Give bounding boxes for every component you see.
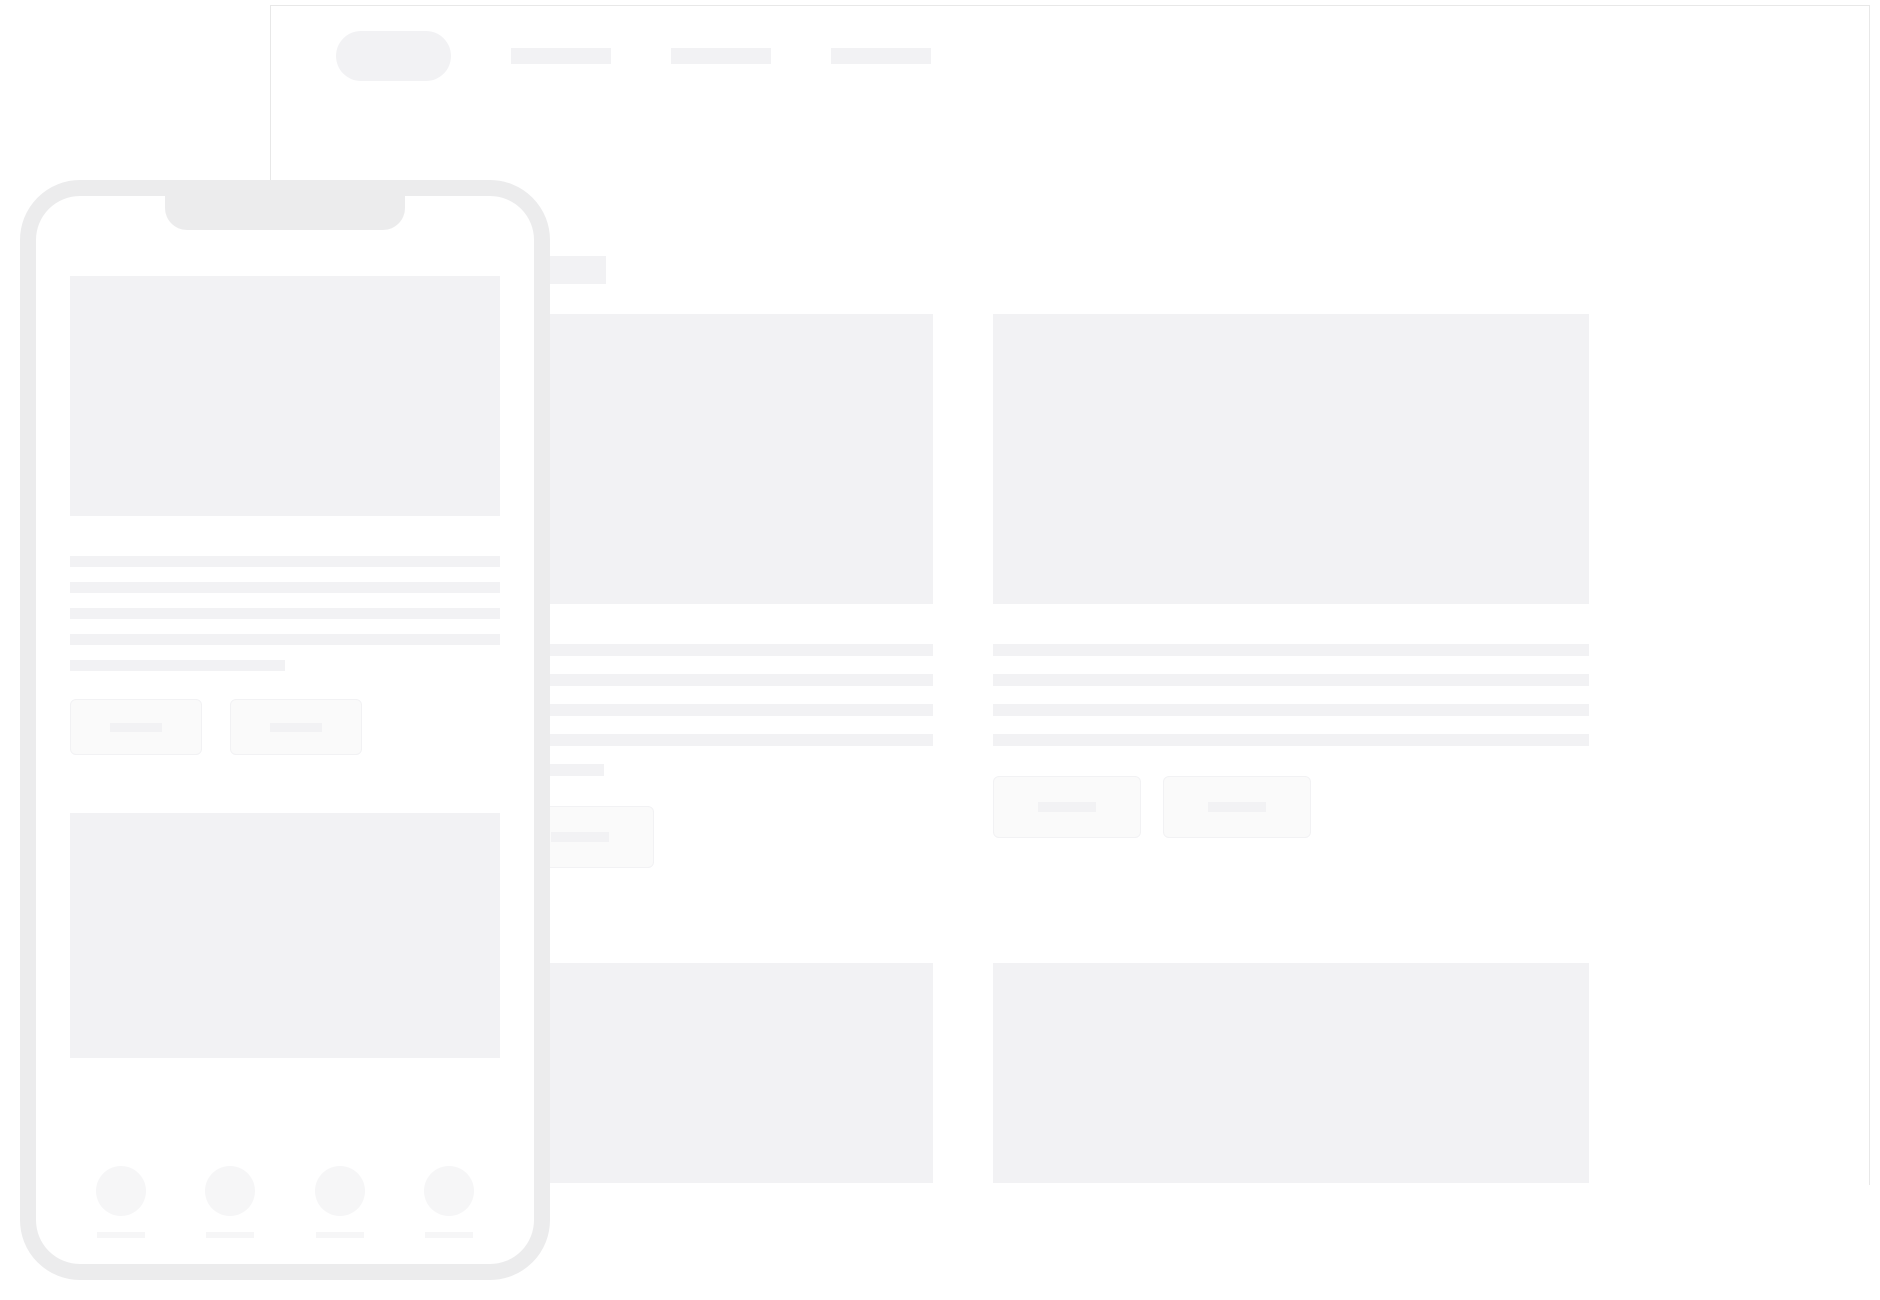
- tab-label-placeholder: [206, 1232, 254, 1238]
- card-image-placeholder: [70, 276, 500, 516]
- tab-item: [96, 1166, 146, 1238]
- button-label-placeholder: [270, 723, 322, 732]
- nav-item-placeholder: [511, 48, 611, 64]
- tab-icon-placeholder: [315, 1166, 365, 1216]
- button-label-placeholder: [551, 832, 609, 842]
- card-image-placeholder: [70, 813, 500, 1058]
- button-placeholder: [993, 776, 1141, 838]
- tab-label-placeholder: [316, 1232, 364, 1238]
- tab-icon-placeholder: [96, 1166, 146, 1216]
- content-card: [993, 963, 1590, 1183]
- text-line-placeholder: [993, 644, 1590, 656]
- card-image-placeholder: [993, 314, 1590, 604]
- text-line-placeholder: [993, 674, 1590, 686]
- tab-label-placeholder: [97, 1232, 145, 1238]
- tab-label-placeholder: [425, 1232, 473, 1238]
- tab-icon-placeholder: [205, 1166, 255, 1216]
- phone-frame-wireframe: [20, 180, 550, 1280]
- phone-tabbar: [36, 1139, 534, 1264]
- button-label-placeholder: [110, 723, 162, 732]
- text-line-placeholder: [70, 556, 500, 567]
- text-line-placeholder: [993, 704, 1590, 716]
- button-label-placeholder: [1038, 802, 1096, 812]
- tab-icon-placeholder: [424, 1166, 474, 1216]
- text-line-placeholder: [70, 660, 285, 671]
- text-line-placeholder: [993, 734, 1590, 746]
- content-card: [993, 314, 1590, 868]
- card-buttons: [993, 776, 1590, 838]
- tab-item: [205, 1166, 255, 1238]
- text-line-placeholder: [70, 608, 500, 619]
- browser-header: [271, 6, 1869, 106]
- tab-item: [424, 1166, 474, 1238]
- nav-item-placeholder: [831, 48, 931, 64]
- card-buttons: [70, 699, 500, 755]
- button-label-placeholder: [1208, 802, 1266, 812]
- text-line-placeholder: [70, 634, 500, 645]
- phone-notch: [165, 196, 405, 230]
- nav-item-placeholder: [671, 48, 771, 64]
- logo-placeholder: [336, 31, 451, 81]
- text-line-placeholder: [70, 582, 500, 593]
- tab-item: [315, 1166, 365, 1238]
- button-placeholder: [1163, 776, 1311, 838]
- card-image-placeholder: [993, 963, 1590, 1183]
- phone-content: [36, 196, 534, 1058]
- button-placeholder: [70, 699, 202, 755]
- button-placeholder: [230, 699, 362, 755]
